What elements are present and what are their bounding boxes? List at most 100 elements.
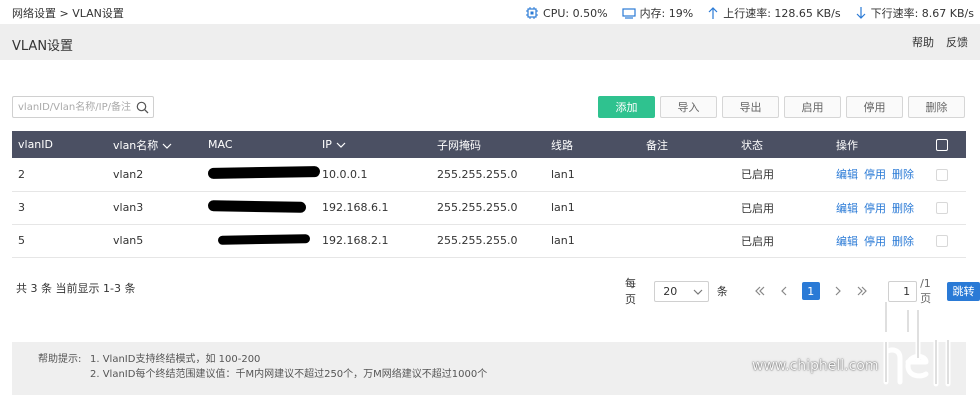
- per-page-label: 每页: [625, 277, 636, 306]
- last-page-icon[interactable]: [856, 285, 868, 297]
- col-mask: 子网掩码: [431, 131, 545, 158]
- row-checkbox[interactable]: [936, 168, 948, 181]
- cpu-stat: CPU: 0.50%: [525, 5, 608, 21]
- cell-status: 已启用: [735, 191, 830, 225]
- add-button[interactable]: 添加: [598, 96, 655, 118]
- enable-button[interactable]: 启用: [784, 96, 841, 118]
- cell-vlanid: 2: [12, 158, 107, 192]
- tip-line-1: 1. VlanID支持终结模式，如 100-200: [90, 354, 261, 365]
- chevron-down-icon: [693, 289, 703, 295]
- arrow-up-icon: [708, 7, 718, 19]
- memory-value: 内存: 19%: [639, 7, 694, 20]
- delete-link[interactable]: 删除: [892, 168, 914, 181]
- cell-status: 已启用: [735, 158, 830, 192]
- memory-icon: [621, 8, 636, 19]
- cell-select: [930, 158, 966, 192]
- table-row: 3 vlan3 192.168.6.1 255.255.255.0 lan1 已…: [12, 191, 966, 225]
- cpu-value: CPU: 0.50%: [543, 6, 608, 20]
- select-all-checkbox[interactable]: [936, 139, 948, 151]
- cell-ops: 编辑 停用 删除: [830, 158, 930, 192]
- cell-select: [930, 191, 966, 225]
- cell-mac-redacted: [202, 224, 316, 258]
- search-icon[interactable]: [136, 101, 149, 114]
- arrow-down-icon: [856, 7, 866, 19]
- prev-page-icon[interactable]: [780, 285, 788, 297]
- chevron-down-icon[interactable]: [162, 143, 172, 149]
- edit-link[interactable]: 编辑: [836, 235, 858, 248]
- table-row: 2 vlan2 10.0.0.1 255.255.255.0 lan1 已启用 …: [12, 158, 966, 192]
- col-name[interactable]: vlan名称: [107, 131, 202, 158]
- cpu-icon: [526, 7, 539, 19]
- col-ip-label: IP: [322, 138, 332, 151]
- cell-ops: 编辑 停用 删除: [830, 224, 930, 258]
- disable-button[interactable]: 停用: [846, 96, 903, 118]
- page-title: VLAN设置: [12, 39, 74, 54]
- disable-link[interactable]: 停用: [864, 202, 886, 215]
- cell-line: lan1: [545, 191, 640, 225]
- memory-stat: 内存: 19%: [621, 5, 694, 21]
- disable-link[interactable]: 停用: [864, 168, 886, 181]
- tip-label: 帮助提示:: [38, 354, 82, 365]
- page-number-input[interactable]: 1: [887, 280, 918, 302]
- import-button[interactable]: 导入: [660, 96, 717, 118]
- col-line: 线路: [545, 131, 640, 158]
- header-links: 帮助 反馈: [912, 34, 968, 50]
- cell-vlanid: 5: [12, 224, 107, 258]
- edit-link[interactable]: 编辑: [836, 168, 858, 181]
- cell-note: [640, 191, 735, 225]
- table-row: 5 vlan5 192.168.2.1 255.255.255.0 lan1 已…: [12, 224, 966, 258]
- chevron-down-icon[interactable]: [336, 142, 346, 148]
- upload-stat: 上行速率: 128.65 KB/s: [707, 5, 841, 21]
- watermark-url: www.chiphell.com: [752, 358, 879, 374]
- redaction-mark: [207, 199, 307, 213]
- record-summary: 共 3 条 当前显示 1-3 条: [16, 282, 136, 295]
- cell-mac-redacted: [202, 191, 316, 225]
- row-checkbox[interactable]: [936, 202, 948, 214]
- system-stats: CPU: 0.50% 内存: 19% 上行速率: 128.65 KB/s 下行速…: [525, 5, 974, 21]
- upload-value: 上行速率: 128.65 KB/s: [723, 7, 841, 20]
- next-page-icon[interactable]: [834, 285, 842, 297]
- cell-status: 已启用: [735, 224, 830, 258]
- delete-link[interactable]: 删除: [892, 202, 914, 215]
- cell-line: lan1: [545, 224, 640, 258]
- col-ip[interactable]: IP: [316, 131, 431, 158]
- redaction-mark: [217, 234, 311, 245]
- col-ops: 操作: [830, 131, 930, 158]
- col-select-all[interactable]: [930, 131, 966, 158]
- download-stat: 下行速率: 8.67 KB/s: [855, 5, 974, 21]
- jump-button[interactable]: 跳转: [947, 281, 980, 301]
- per-page-unit: 条: [716, 285, 728, 298]
- tip-line-2: 2. VlanID每个终结范围建议值：千M内网建议不超过250个，万M网络建议不…: [90, 369, 488, 380]
- page-total: /1页: [920, 276, 932, 305]
- col-status: 状态: [735, 131, 830, 158]
- page-size-value: 20: [663, 284, 678, 298]
- search-box: [12, 96, 154, 118]
- search-input[interactable]: [13, 97, 131, 117]
- pagination: 每页 20 条 1 1 /1页 跳转: [625, 275, 980, 307]
- delete-link[interactable]: 删除: [892, 235, 914, 248]
- delete-button[interactable]: 删除: [908, 96, 965, 118]
- row-checkbox[interactable]: [936, 235, 948, 247]
- page-header: VLAN设置 帮助 反馈: [0, 24, 980, 60]
- cell-select: [930, 224, 966, 258]
- current-page[interactable]: 1: [801, 282, 820, 300]
- feedback-link[interactable]: 反馈: [946, 34, 968, 50]
- help-link[interactable]: 帮助: [912, 34, 934, 50]
- disable-link[interactable]: 停用: [864, 235, 886, 248]
- top-status-bar: 网络设置 > VLAN设置 CPU: 0.50% 内存: 19% 上行速率: 1…: [0, 0, 980, 24]
- edit-link[interactable]: 编辑: [836, 202, 858, 215]
- col-vlanid: vlanID: [12, 131, 107, 158]
- download-value: 下行速率: 8.67 KB/s: [870, 7, 974, 20]
- first-page-icon[interactable]: [754, 285, 766, 297]
- page-size-select[interactable]: 20: [654, 280, 709, 302]
- vlan-table: vlanID vlan名称 MAC IP 子网掩码 线路 备注 状态 操作 2 …: [12, 131, 966, 258]
- cell-name: vlan3: [107, 191, 202, 225]
- export-button[interactable]: 导出: [722, 96, 779, 118]
- toolbar: 添加 导入 导出 启用 停用 删除: [598, 96, 965, 118]
- col-mac: MAC: [202, 131, 316, 158]
- cell-mask: 255.255.255.0: [431, 158, 545, 192]
- cell-name: vlan2: [107, 158, 202, 192]
- cell-mac-redacted: [202, 158, 321, 192]
- cell-mask: 255.255.255.0: [431, 224, 545, 258]
- cell-mask: 255.255.255.0: [431, 191, 545, 225]
